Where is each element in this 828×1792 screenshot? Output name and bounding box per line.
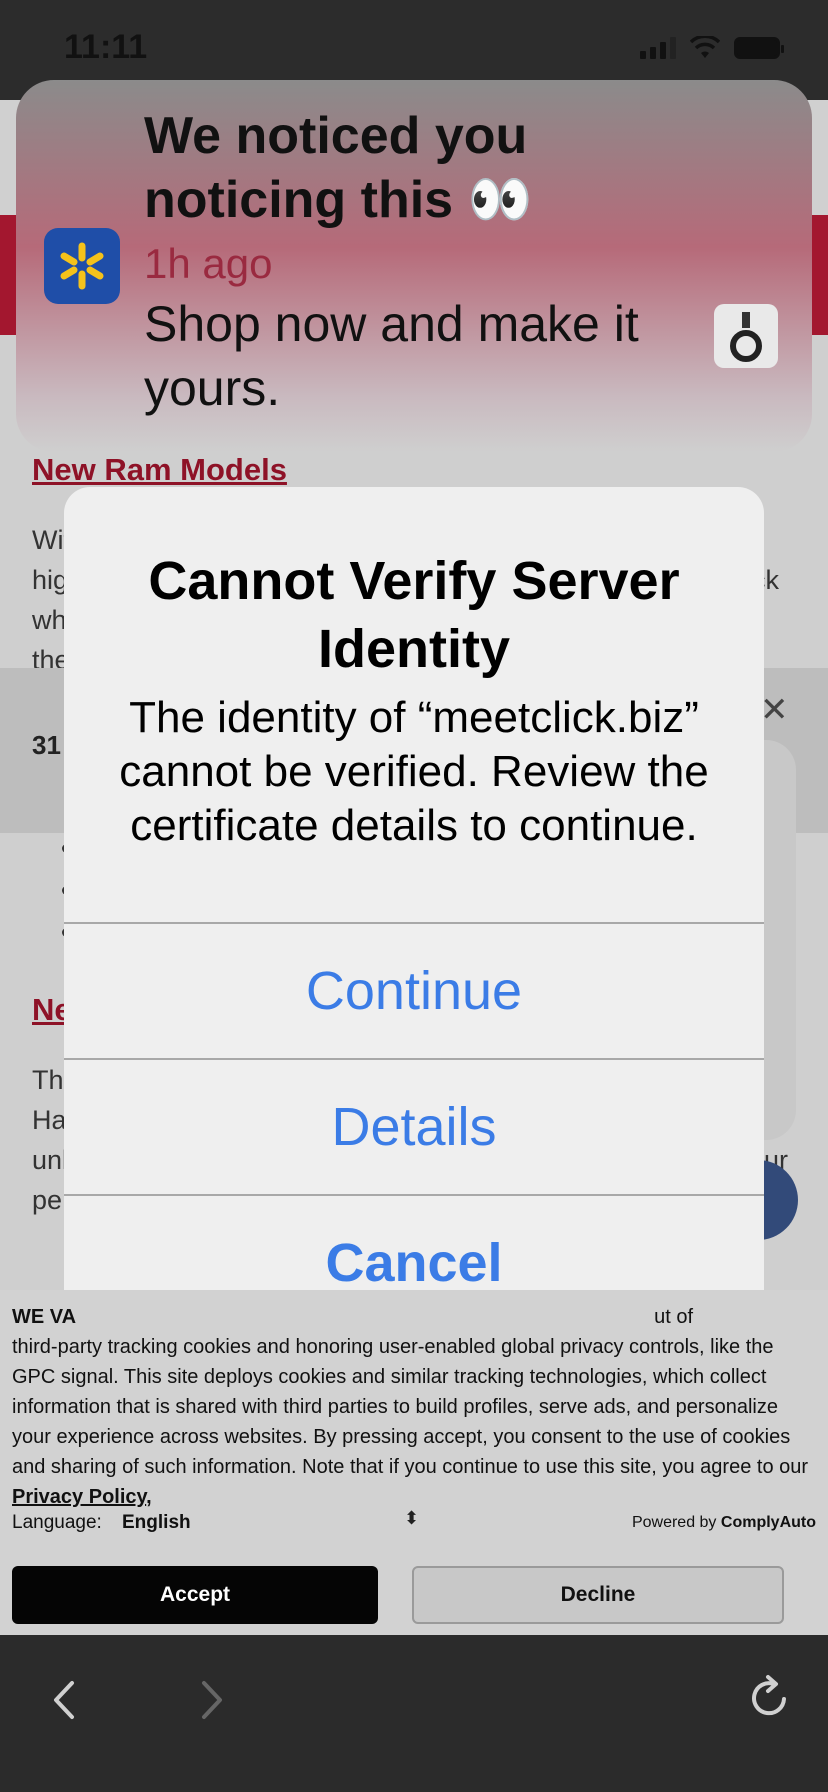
- article-text-fragment: wh: [32, 605, 67, 635]
- close-icon[interactable]: ✕: [760, 690, 789, 730]
- cellular-signal-icon: [640, 37, 676, 59]
- article-heading-link[interactable]: New Ram Models: [32, 452, 287, 488]
- alert-dialog: Cannot Verify Server Identity The identi…: [64, 487, 764, 1333]
- article-text-fragment: pe: [32, 1185, 63, 1215]
- accept-button[interactable]: Accept: [12, 1566, 378, 1624]
- continue-button[interactable]: Continue: [64, 922, 764, 1058]
- walmart-app-icon: [44, 228, 120, 304]
- article-text-fragment: unl: [32, 1145, 69, 1175]
- language-label: Language:: [12, 1512, 102, 1533]
- reload-icon[interactable]: [748, 1671, 792, 1721]
- product-thumbnail: [714, 304, 778, 368]
- notification-body: Shop now and make it yours.: [144, 296, 639, 416]
- status-icons: [640, 36, 784, 60]
- powered-brand: ComplyAuto: [720, 1514, 816, 1531]
- article-text-fragment: Ha: [32, 1105, 67, 1135]
- cookie-text: WE VA ut of third-party tracking cookies …: [12, 1306, 809, 1508]
- cookie-consent-banner: WE VA ut of third-party tracking cookies …: [0, 1290, 828, 1635]
- decline-button[interactable]: Decline: [412, 1566, 784, 1624]
- cookie-lead-tail: ut of: [654, 1306, 693, 1328]
- alert-title: Cannot Verify Server Identity: [148, 551, 680, 679]
- spark-icon: [60, 242, 104, 290]
- powered-prefix: Powered by: [631, 1514, 717, 1531]
- notification-title: We noticed you noticing this 👀: [144, 107, 533, 229]
- details-button[interactable]: Details: [64, 1058, 764, 1194]
- language-select[interactable]: English: [122, 1512, 191, 1534]
- privacy-policy-link[interactable]: Privacy Policy: [12, 1486, 146, 1508]
- alert-message: The identity of “meetclick.biz” cannot b…: [119, 693, 709, 850]
- forward-arrow-icon[interactable]: [192, 1675, 232, 1725]
- battery-icon: [734, 37, 784, 59]
- back-arrow-icon[interactable]: [44, 1675, 84, 1725]
- powered-by: Powered by ComplyAuto: [632, 1514, 816, 1532]
- notification-time: 1h ago: [144, 240, 273, 287]
- cookie-lead: WE VA: [12, 1306, 77, 1328]
- wifi-icon: [690, 36, 720, 58]
- chevron-updown-icon[interactable]: ⬍: [404, 1508, 419, 1529]
- cookie-body: third-party tracking cookies and honorin…: [12, 1336, 809, 1478]
- promo-band-text: 31: [32, 730, 61, 760]
- status-time: 11:11: [64, 28, 148, 66]
- article-text-fragment: hig: [32, 565, 69, 595]
- push-notification[interactable]: We noticed you noticing this 👀 1h ago Sh…: [16, 80, 812, 452]
- browser-toolbar: [0, 1635, 828, 1792]
- cable-icon: [730, 312, 762, 362]
